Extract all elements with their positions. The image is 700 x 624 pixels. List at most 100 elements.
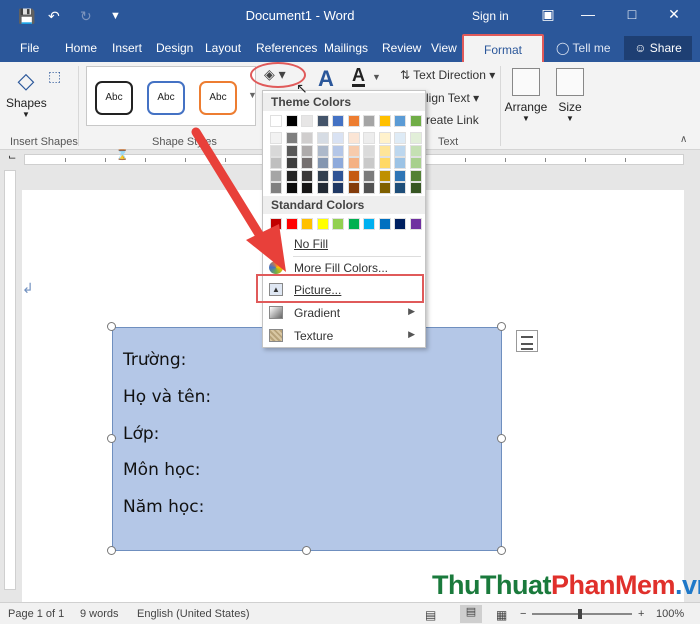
arrange-button[interactable]: Arrange ▼ — [504, 68, 548, 123]
align-text-button[interactable]: lign Text ▾ — [426, 91, 479, 105]
color-swatch[interactable] — [394, 169, 406, 182]
resize-handle[interactable] — [107, 434, 116, 443]
tab-references[interactable]: References — [256, 41, 317, 55]
color-swatch[interactable] — [316, 132, 329, 144]
indent-marker-icon[interactable]: ⌛ — [116, 150, 128, 161]
color-swatch[interactable] — [409, 169, 422, 182]
color-swatch[interactable] — [378, 218, 391, 230]
language-indicator[interactable]: English (United States) — [137, 608, 250, 620]
textbox-line-school[interactable]: Trường: — [123, 350, 186, 370]
tab-review[interactable]: Review — [382, 41, 421, 55]
color-swatch[interactable] — [285, 144, 298, 157]
sign-in-link[interactable]: Sign in — [472, 9, 509, 23]
color-swatch[interactable] — [347, 115, 360, 127]
zoom-out-icon[interactable]: − — [520, 608, 526, 620]
resize-handle[interactable] — [107, 546, 116, 555]
color-swatch[interactable] — [394, 157, 406, 169]
color-swatch[interactable] — [316, 218, 329, 230]
maximize-button[interactable]: □ — [622, 6, 642, 22]
text-direction-button[interactable]: ⇅ Text Direction ▾ — [400, 68, 495, 82]
color-swatch[interactable] — [409, 132, 422, 144]
color-swatch[interactable] — [363, 115, 375, 127]
color-swatch[interactable] — [285, 169, 298, 182]
color-swatch[interactable] — [409, 144, 422, 157]
word-count[interactable]: 9 words — [80, 608, 119, 620]
color-swatch[interactable] — [270, 169, 282, 182]
color-swatch[interactable] — [332, 144, 344, 157]
size-button[interactable]: Size ▼ — [548, 68, 592, 123]
shapes-button[interactable]: ◇ Shapes ▼ — [6, 66, 47, 119]
textbox-line-subject[interactable]: Môn học: — [123, 460, 201, 480]
color-swatch[interactable] — [316, 182, 329, 194]
no-fill-item[interactable]: No Fill — [263, 233, 425, 255]
tab-design[interactable]: Design — [156, 41, 193, 55]
color-swatch[interactable] — [332, 182, 344, 194]
color-swatch[interactable] — [285, 218, 298, 230]
zoom-slider[interactable] — [532, 613, 632, 615]
print-layout-icon[interactable]: ▤ — [460, 605, 482, 623]
tab-mailings[interactable]: Mailings — [324, 41, 368, 55]
color-swatch[interactable] — [394, 218, 406, 230]
color-swatch[interactable] — [347, 157, 360, 169]
shape-style-orange[interactable]: Abc — [199, 81, 237, 115]
tab-stop-icon[interactable]: ⌙ — [8, 152, 16, 163]
color-swatch[interactable] — [378, 132, 391, 144]
color-swatch[interactable] — [301, 132, 313, 144]
texture-item[interactable]: Texture ▶ — [263, 325, 425, 347]
color-swatch[interactable] — [409, 157, 422, 169]
minimize-button[interactable]: — — [578, 6, 598, 22]
zoom-in-icon[interactable]: + — [638, 608, 644, 620]
color-swatch[interactable] — [332, 157, 344, 169]
close-button[interactable]: ✕ — [664, 6, 684, 23]
color-swatch[interactable] — [363, 157, 375, 169]
color-swatch[interactable] — [363, 132, 375, 144]
color-swatch[interactable] — [270, 218, 282, 230]
resize-handle[interactable] — [497, 434, 506, 443]
resize-handle[interactable] — [302, 546, 311, 555]
color-swatch[interactable] — [378, 157, 391, 169]
color-swatch[interactable] — [394, 132, 406, 144]
textbox-line-name[interactable]: Họ và tên: — [123, 387, 211, 407]
color-swatch[interactable] — [301, 157, 313, 169]
color-swatch[interactable] — [394, 144, 406, 157]
textbox-line-year[interactable]: Năm học: — [123, 497, 204, 517]
shape-style-black[interactable]: Abc — [95, 81, 133, 115]
color-swatch[interactable] — [270, 132, 282, 144]
create-link-button[interactable]: reate Link — [426, 113, 479, 127]
web-layout-icon[interactable]: ▦ — [496, 608, 507, 622]
text-effects-icon[interactable]: A — [318, 66, 334, 92]
color-swatch[interactable] — [363, 169, 375, 182]
color-swatch[interactable] — [301, 169, 313, 182]
gradient-item[interactable]: Gradient ▶ — [263, 302, 425, 324]
color-swatch[interactable] — [285, 115, 298, 127]
color-swatch[interactable] — [378, 115, 391, 127]
color-swatch[interactable] — [378, 144, 391, 157]
color-swatch[interactable] — [270, 144, 282, 157]
tab-home[interactable]: Home — [65, 41, 97, 55]
color-swatch[interactable] — [316, 169, 329, 182]
color-swatch[interactable] — [363, 144, 375, 157]
color-swatch[interactable] — [332, 115, 344, 127]
color-swatch[interactable] — [347, 132, 360, 144]
color-swatch[interactable] — [409, 182, 422, 194]
color-swatch[interactable] — [409, 218, 422, 230]
color-swatch[interactable] — [270, 115, 282, 127]
share-button[interactable]: ☺ Share — [624, 36, 692, 60]
color-swatch[interactable] — [378, 182, 391, 194]
color-swatch[interactable] — [394, 182, 406, 194]
tab-view[interactable]: View — [431, 41, 457, 55]
zoom-slider-knob[interactable] — [578, 609, 582, 619]
color-swatch[interactable] — [301, 144, 313, 157]
color-swatch[interactable] — [363, 218, 375, 230]
resize-handle[interactable] — [497, 546, 506, 555]
color-swatch[interactable] — [347, 218, 360, 230]
color-swatch[interactable] — [332, 169, 344, 182]
read-mode-icon[interactable]: ▤ — [425, 608, 436, 622]
color-swatch[interactable] — [332, 218, 344, 230]
tab-format[interactable]: Format — [462, 34, 544, 64]
color-swatch[interactable] — [347, 169, 360, 182]
color-swatch[interactable] — [270, 157, 282, 169]
color-swatch[interactable] — [270, 182, 282, 194]
color-swatch[interactable] — [285, 182, 298, 194]
color-swatch[interactable] — [316, 157, 329, 169]
